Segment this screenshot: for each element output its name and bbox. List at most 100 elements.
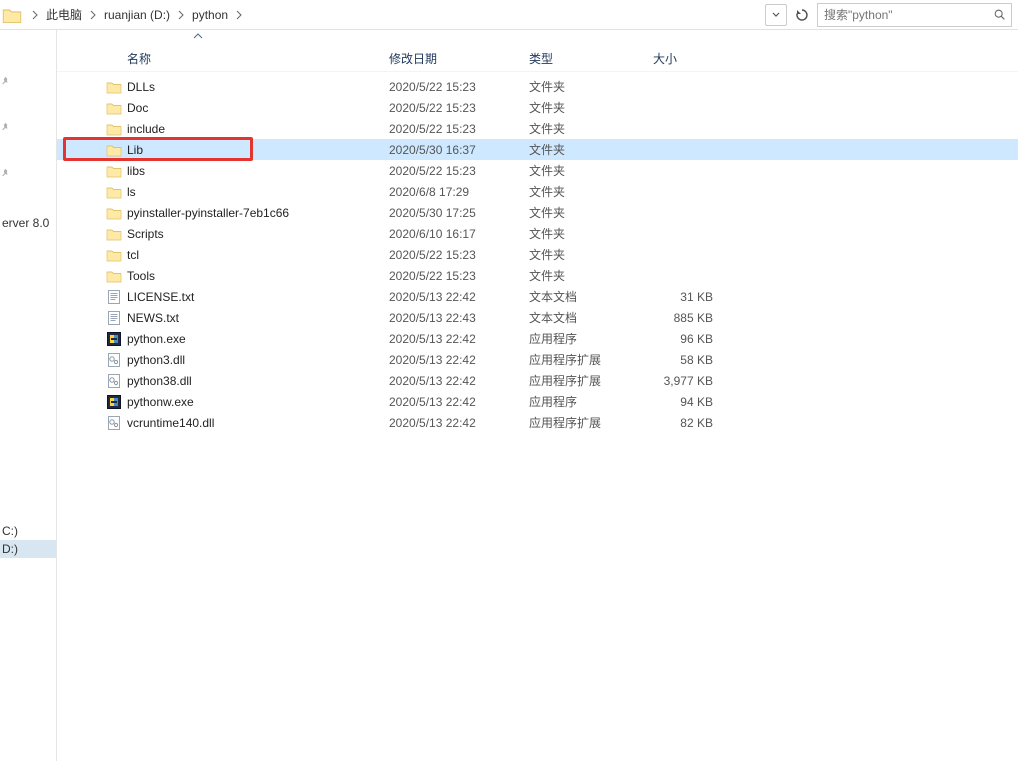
file-type: 文件夹 [529,183,653,200]
file-date: 2020/6/10 16:17 [389,227,529,241]
file-row[interactable]: pythonw.exe2020/5/13 22:42应用程序94 KB [57,391,1018,412]
column-header-type[interactable]: 类型 [529,50,653,67]
file-date: 2020/5/22 15:23 [389,80,529,94]
file-name: ls [127,185,389,199]
chevron-right-icon[interactable] [172,9,190,21]
file-row[interactable]: tcl2020/5/22 15:23文件夹 [57,244,1018,265]
file-icon [57,331,127,347]
file-type: 应用程序 [529,330,653,347]
file-size: 58 KB [653,353,719,367]
file-icon [57,247,127,263]
file-size: 31 KB [653,290,719,304]
file-row[interactable]: DLLs2020/5/22 15:23文件夹 [57,76,1018,97]
column-header-date[interactable]: 修改日期 [389,50,529,67]
file-type: 文件夹 [529,225,653,242]
file-row[interactable]: python3.dll2020/5/13 22:42应用程序扩展58 KB [57,349,1018,370]
file-name: python.exe [127,332,389,346]
file-row[interactable]: Doc2020/5/22 15:23文件夹 [57,97,1018,118]
file-icon [57,394,127,410]
chevron-right-icon[interactable] [230,9,248,21]
breadcrumb-item-folder[interactable]: python [190,8,230,22]
chevron-right-icon[interactable] [84,9,102,21]
file-icon [57,142,127,158]
file-icon [57,79,127,95]
file-row[interactable]: Lib2020/5/30 16:37文件夹 [57,139,1018,160]
file-date: 2020/5/30 16:37 [389,143,529,157]
file-row[interactable]: libs2020/5/22 15:23文件夹 [57,160,1018,181]
file-date: 2020/5/22 15:23 [389,164,529,178]
sidebar-item-drive-c[interactable]: C:) [0,522,56,540]
file-name: tcl [127,248,389,262]
file-type: 文件夹 [529,267,653,284]
file-size: 96 KB [653,332,719,346]
file-icon [57,121,127,137]
file-type: 应用程序扩展 [529,351,653,368]
file-type: 文件夹 [529,120,653,137]
file-size: 94 KB [653,395,719,409]
file-row[interactable]: vcruntime140.dll2020/5/13 22:42应用程序扩展82 … [57,412,1018,433]
file-type: 应用程序扩展 [529,414,653,431]
refresh-button[interactable] [791,4,813,26]
file-date: 2020/5/22 15:23 [389,101,529,115]
column-header-name[interactable]: 名称 [127,50,389,67]
file-row[interactable]: pyinstaller-pyinstaller-7eb1c662020/5/30… [57,202,1018,223]
file-row[interactable]: python.exe2020/5/13 22:42应用程序96 KB [57,328,1018,349]
file-type: 文本文档 [529,309,653,326]
file-type: 应用程序扩展 [529,372,653,389]
search-icon[interactable] [993,8,1007,22]
file-type: 文件夹 [529,78,653,95]
address-dropdown-button[interactable] [765,4,787,26]
file-icon [57,226,127,242]
file-icon [57,289,127,305]
address-toolbar: 此电脑 ruanjian (D:) python [0,0,1018,30]
file-icon [57,268,127,284]
column-header-size[interactable]: 大小 [653,50,719,67]
file-date: 2020/5/30 17:25 [389,206,529,220]
search-box[interactable] [817,3,1012,27]
breadcrumb[interactable]: 此电脑 ruanjian (D:) python [22,1,762,29]
sidebar-item-server[interactable]: erver 8.0 [0,214,56,232]
file-name: Lib [127,143,389,157]
file-date: 2020/5/13 22:42 [389,353,529,367]
file-name: Tools [127,269,389,283]
file-size: 885 KB [653,311,719,325]
file-type: 应用程序 [529,393,653,410]
pin-icon [0,122,40,134]
file-type: 文件夹 [529,141,653,158]
search-input[interactable] [818,4,1011,26]
file-date: 2020/5/13 22:42 [389,290,529,304]
file-size: 3,977 KB [653,374,719,388]
file-name: LICENSE.txt [127,290,389,304]
file-row[interactable]: Scripts2020/6/10 16:17文件夹 [57,223,1018,244]
nav-sidebar: erver 8.0 C:) D:) [0,30,57,761]
file-row[interactable]: NEWS.txt2020/5/13 22:43文本文档885 KB [57,307,1018,328]
file-row[interactable]: include2020/5/22 15:23文件夹 [57,118,1018,139]
file-name: NEWS.txt [127,311,389,325]
file-icon [57,310,127,326]
file-name: Scripts [127,227,389,241]
file-icon [57,352,127,368]
file-date: 2020/6/8 17:29 [389,185,529,199]
chevron-right-icon[interactable] [26,9,44,21]
file-icon [57,184,127,200]
file-date: 2020/5/22 15:23 [389,248,529,262]
breadcrumb-item-pc[interactable]: 此电脑 [44,6,84,23]
file-name: libs [127,164,389,178]
file-row[interactable]: ls2020/6/8 17:29文件夹 [57,181,1018,202]
file-row[interactable]: Tools2020/5/22 15:23文件夹 [57,265,1018,286]
file-row[interactable]: LICENSE.txt2020/5/13 22:42文本文档31 KB [57,286,1018,307]
file-date: 2020/5/22 15:23 [389,269,529,283]
column-headers: 名称 修改日期 类型 大小 [57,30,1018,72]
file-name: python38.dll [127,374,389,388]
file-type: 文件夹 [529,204,653,221]
file-date: 2020/5/13 22:43 [389,311,529,325]
file-name: vcruntime140.dll [127,416,389,430]
sidebar-item-drive-d[interactable]: D:) [0,540,56,558]
file-icon [57,163,127,179]
breadcrumb-item-drive[interactable]: ruanjian (D:) [102,8,172,22]
file-type: 文本文档 [529,288,653,305]
pin-icon [0,168,40,180]
file-icon [57,415,127,431]
file-icon [57,100,127,116]
file-row[interactable]: python38.dll2020/5/13 22:42应用程序扩展3,977 K… [57,370,1018,391]
